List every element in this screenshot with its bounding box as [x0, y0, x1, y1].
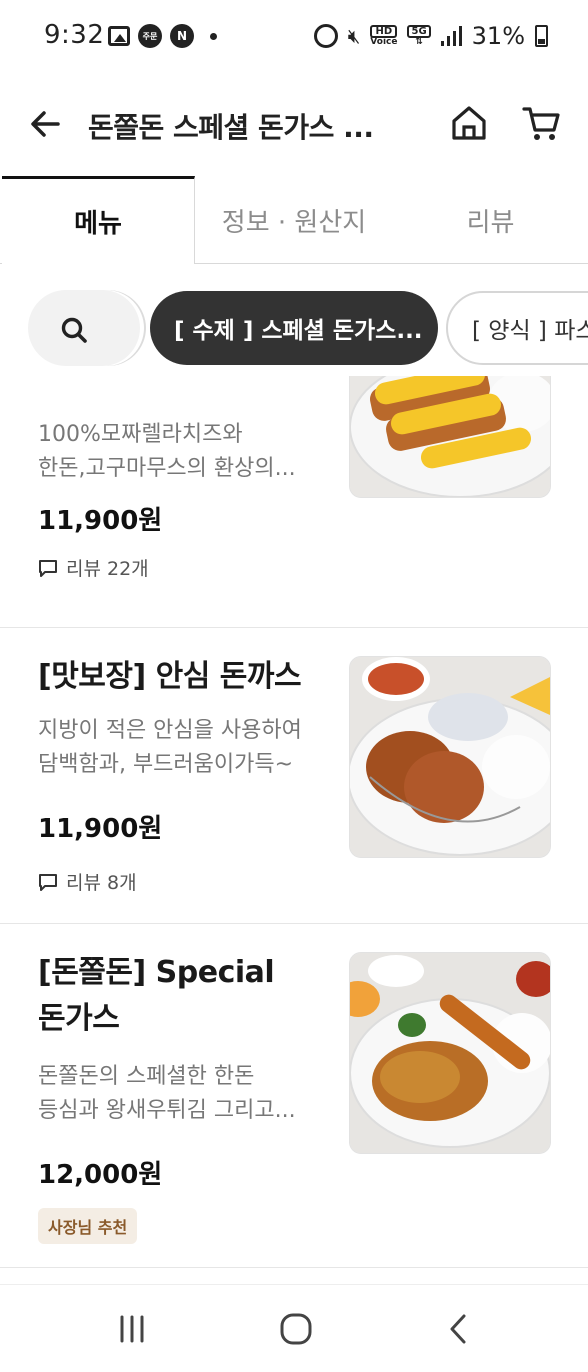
menu-item-cheese-cutlet[interactable]: 100%모짜렐라치즈와 한돈,고구마무스의 환상의... 11,900원 리뷰 …: [0, 376, 588, 628]
home-button[interactable]: [448, 102, 490, 144]
cart-icon: [522, 107, 560, 140]
chevron-left-icon: [450, 1314, 466, 1344]
image-icon: [108, 26, 130, 46]
desc-line: 지방이 적은 안심을 사용하여: [38, 718, 302, 743]
status-notification-icons: 주문 N: [108, 24, 217, 48]
cheese-cutlet-photo: [350, 376, 550, 497]
store-tabs: 메뉴 정보 · 원산지 리뷰: [0, 176, 588, 264]
menu-item-price: 12,000원: [38, 1160, 163, 1190]
special-cutlet-photo: [350, 953, 550, 1153]
back-nav-button[interactable]: [440, 1311, 480, 1347]
tab-info-origin[interactable]: 정보 · 원산지: [195, 176, 393, 264]
hd-voice-icon: HD Voice: [370, 25, 398, 47]
desc-line: 돈쫄돈의 스페셜한 한돈: [38, 1064, 255, 1089]
menu-item-review: 리뷰 22개: [38, 554, 149, 581]
menu-item-photo: [349, 952, 551, 1154]
menu-item-photo: [349, 656, 551, 858]
status-system-icons: 🔇︎ HD Voice 5G ⇅ 31%: [313, 22, 548, 50]
naver-icon: N: [170, 24, 194, 48]
5g-icon: 5G ⇅: [407, 25, 431, 47]
menu-item-tenderloin-cutlet[interactable]: [맛보장] 안심 돈까스 지방이 적은 안심을 사용하여 담백함과, 부드러움이…: [0, 628, 588, 924]
home-icon: [452, 106, 486, 140]
comment-icon: [39, 559, 57, 577]
menu-item-desc: 100%모짜렐라치즈와 한돈,고구마무스의 환상의...: [38, 418, 328, 486]
menu-item-special-cutlet[interactable]: [돈쫄돈] Special 돈가스 돈쫄돈의 스페셜한 한돈 등심과 왕새우튀김…: [0, 924, 588, 1268]
battery-percent: 31%: [471, 22, 525, 50]
name-line: 돈가스: [38, 1001, 120, 1036]
app-bar: 돈쫄돈 스페셜 돈가스 ...: [0, 80, 588, 170]
page-title: 돈쫄돈 스페셜 돈가스 ...: [88, 111, 374, 144]
desc-line: 담백함과, 부드러움이가득~: [38, 752, 294, 777]
menu-list: 100%모짜렐라치즈와 한돈,고구마무스의 환상의... 11,900원 리뷰 …: [0, 376, 588, 1268]
menu-search-button[interactable]: [28, 290, 140, 366]
menu-item-desc: 돈쫄돈의 스페셜한 한돈 등심과 왕새우튀김 그리고...: [38, 1060, 328, 1128]
battery-icon: [535, 25, 548, 47]
search-icon: [61, 317, 87, 343]
desc-line: 한돈,고구마무스의 환상의...: [38, 456, 296, 481]
voice-label: Voice: [370, 37, 398, 47]
menu-item-price: 11,900원: [38, 506, 163, 536]
status-time: 9:32: [44, 20, 105, 50]
more-notifications-dot-icon: [210, 32, 217, 40]
menu-item-photo: [349, 376, 551, 498]
desc-line: 100%모짜렐라치즈와: [38, 422, 243, 447]
name-line: [돈쫄돈] Special: [38, 955, 275, 990]
menu-item-price: 11,900원: [38, 814, 163, 844]
comment-icon: [39, 873, 57, 891]
5g-label: 5G: [407, 25, 431, 38]
owner-recommend-badge: 사장님 추천: [38, 1208, 138, 1244]
alarm-icon: [313, 24, 338, 48]
tab-reviews[interactable]: 리뷰: [393, 176, 588, 264]
review-count: 리뷰 8개: [66, 872, 137, 894]
recent-apps-icon: [120, 1315, 144, 1343]
category-chips: [ 수제 ] 스페셜 돈가스... [ 양식 ] 파스: [0, 286, 588, 372]
menu-item-desc: 지방이 적은 안심을 사용하여 담백함과, 부드러움이가득~: [38, 714, 328, 782]
cart-button[interactable]: [520, 102, 562, 144]
tab-menu[interactable]: 메뉴: [2, 176, 195, 264]
order-app-icon: 주문: [138, 24, 162, 48]
recent-apps-button[interactable]: [114, 1311, 154, 1347]
chip-handmade-special-cutlet[interactable]: [ 수제 ] 스페셜 돈가스...: [150, 291, 438, 365]
menu-item-name: [맛보장] 안심 돈까스: [38, 659, 302, 694]
status-bar: 9:32 주문 N 🔇︎ HD Voice 5G ⇅ 31%: [0, 0, 588, 76]
menu-item-name: [돈쫄돈] Special 돈가스: [38, 950, 328, 1042]
chip-western-pasta[interactable]: [ 양식 ] 파스: [446, 291, 588, 365]
back-button[interactable]: [26, 104, 66, 144]
tenderloin-cutlet-photo: [350, 657, 550, 857]
review-count: 리뷰 22개: [66, 558, 149, 580]
system-nav-bar: [0, 1284, 588, 1372]
menu-item-review: 리뷰 8개: [38, 868, 137, 895]
signal-icon: [440, 26, 462, 46]
home-nav-button[interactable]: [276, 1311, 316, 1347]
mute-icon: 🔇︎: [347, 24, 361, 48]
desc-line: 등심과 왕새우튀김 그리고...: [38, 1098, 296, 1123]
home-circle-icon: [280, 1313, 312, 1345]
arrow-left-icon: [31, 111, 60, 137]
